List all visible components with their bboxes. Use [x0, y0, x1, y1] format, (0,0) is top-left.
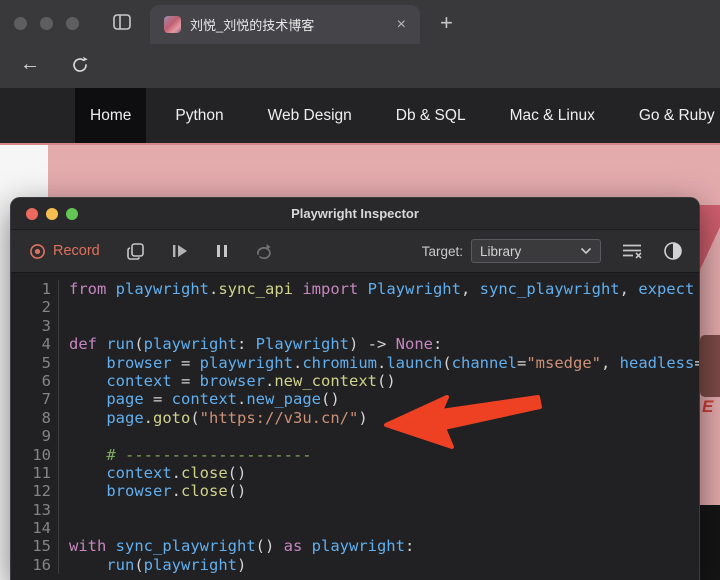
- line-number: 10: [11, 446, 58, 464]
- new-tab-button[interactable]: +: [432, 8, 461, 38]
- site-favicon: [164, 16, 181, 33]
- line-number: 4: [11, 335, 58, 353]
- line-number: 11: [11, 464, 58, 482]
- code-line: 4def run(playwright: Playwright) -> None…: [11, 335, 699, 353]
- reload-icon[interactable]: [70, 55, 90, 75]
- line-number: 2: [11, 298, 58, 316]
- zoom-window-button[interactable]: [66, 17, 79, 30]
- code-line-text: browser = playwright.chromium.launch(cha…: [58, 354, 699, 372]
- line-number: 1: [11, 280, 58, 298]
- browser-tab-bar: 刘悦_刘悦的技术博客 × +: [0, 0, 720, 44]
- line-number: 9: [11, 427, 58, 445]
- line-number: 16: [11, 556, 58, 574]
- code-line-text: context.close(): [58, 464, 699, 482]
- code-line-text: def run(playwright: Playwright) -> None:: [58, 335, 699, 353]
- window-controls: [14, 17, 79, 30]
- nav-item-home[interactable]: Home: [75, 88, 146, 143]
- code-line-text: [58, 317, 699, 335]
- target-select-value: Library: [480, 244, 580, 259]
- code-line: 9: [11, 427, 699, 445]
- code-line-text: with sync_playwright() as playwright:: [58, 537, 699, 555]
- code-line: 5 browser = playwright.chromium.launch(c…: [11, 354, 699, 372]
- page-art-letter: E: [702, 397, 713, 417]
- line-number: 13: [11, 501, 58, 519]
- minimize-window-button[interactable]: [40, 17, 53, 30]
- line-number: 14: [11, 519, 58, 537]
- code-line: 13: [11, 501, 699, 519]
- line-number: 8: [11, 409, 58, 427]
- page-art-glyph: [700, 505, 720, 580]
- code-line-text: run(playwright): [58, 556, 699, 574]
- code-line-text: # --------------------: [58, 446, 699, 464]
- code-line: 2: [11, 298, 699, 316]
- code-line-text: page = context.new_page(): [58, 390, 699, 408]
- code-line: 14: [11, 519, 699, 537]
- window-title: Playwright Inspector: [291, 206, 419, 221]
- page-art-red-shape: [700, 205, 720, 280]
- back-icon[interactable]: ←: [20, 53, 40, 76]
- minimize-window-button[interactable]: [46, 208, 58, 220]
- tab-title: 刘悦_刘悦的技术博客: [190, 15, 393, 34]
- step-over-icon[interactable]: [255, 243, 273, 260]
- code-line: 7 page = context.new_page(): [11, 390, 699, 408]
- tab-panel-icon[interactable]: [112, 12, 132, 32]
- address-bar: ← https://v3u.cn A: [0, 44, 720, 88]
- inspector-toolbar: Record: [11, 229, 699, 273]
- nav-item-db-sql[interactable]: Db & SQL: [381, 88, 481, 143]
- code-line: 6 context = browser.new_context(): [11, 372, 699, 390]
- record-icon: [29, 243, 46, 260]
- code-line: 3: [11, 317, 699, 335]
- browser-tab[interactable]: 刘悦_刘悦的技术博客 ×: [150, 5, 420, 44]
- resume-icon[interactable]: [171, 243, 189, 259]
- code-line: 10 # --------------------: [11, 446, 699, 464]
- close-window-button[interactable]: [14, 17, 27, 30]
- inspector-title-bar[interactable]: Playwright Inspector: [11, 198, 699, 229]
- playwright-inspector-window: Playwright Inspector Record: [10, 197, 700, 580]
- target-select[interactable]: Library: [471, 239, 601, 263]
- code-line-text: [58, 298, 699, 316]
- site-nav: Home Python Web Design Db & SQL Mac & Linux G…: [0, 88, 720, 143]
- nav-item-go-ruby[interactable]: Go & Ruby: [624, 88, 720, 143]
- theme-toggle-icon[interactable]: [663, 241, 683, 261]
- target-label: Target:: [422, 244, 463, 259]
- line-number: 15: [11, 537, 58, 555]
- nav-item-python[interactable]: Python: [160, 88, 238, 143]
- code-line: 11 context.close(): [11, 464, 699, 482]
- line-number: 6: [11, 372, 58, 390]
- code-line-text: [58, 519, 699, 537]
- tab-close-icon[interactable]: ×: [393, 16, 410, 34]
- nav-item-web-design[interactable]: Web Design: [253, 88, 367, 143]
- code-line: 16 run(playwright): [11, 556, 699, 574]
- record-button[interactable]: Record: [29, 243, 100, 260]
- code-line: 1from playwright.sync_api import Playwri…: [11, 280, 699, 298]
- screen: 刘悦_刘悦的技术博客 × + ← https://v3u.cn: [0, 0, 720, 580]
- line-number: 3: [11, 317, 58, 335]
- line-number: 12: [11, 482, 58, 500]
- source-code-view[interactable]: 1from playwright.sync_api import Playwri…: [11, 273, 699, 580]
- code-line-text: [58, 427, 699, 445]
- code-line-text: page.goto("https://v3u.cn/"): [58, 409, 699, 427]
- record-label: Record: [53, 243, 100, 259]
- close-window-button[interactable]: [26, 208, 38, 220]
- code-line-text: from playwright.sync_api import Playwrig…: [58, 280, 699, 298]
- code-line: 8 page.goto("https://v3u.cn/"): [11, 409, 699, 427]
- code-line-text: [58, 501, 699, 519]
- code-line-text: context = browser.new_context(): [58, 372, 699, 390]
- copy-icon[interactable]: [126, 242, 145, 261]
- code-line-text: browser.close(): [58, 482, 699, 500]
- code-line: 12 browser.close(): [11, 482, 699, 500]
- line-number: 7: [11, 390, 58, 408]
- page-art-maroon-shape: [700, 335, 720, 397]
- zoom-window-button[interactable]: [66, 208, 78, 220]
- code-line: 15with sync_playwright() as playwright:: [11, 537, 699, 555]
- line-number: 5: [11, 354, 58, 372]
- inspector-window-controls: [26, 208, 78, 220]
- nav-item-mac-linux[interactable]: Mac & Linux: [495, 88, 610, 143]
- clear-log-icon[interactable]: [621, 243, 643, 259]
- chevron-down-icon: [580, 247, 592, 255]
- pause-icon[interactable]: [215, 243, 229, 259]
